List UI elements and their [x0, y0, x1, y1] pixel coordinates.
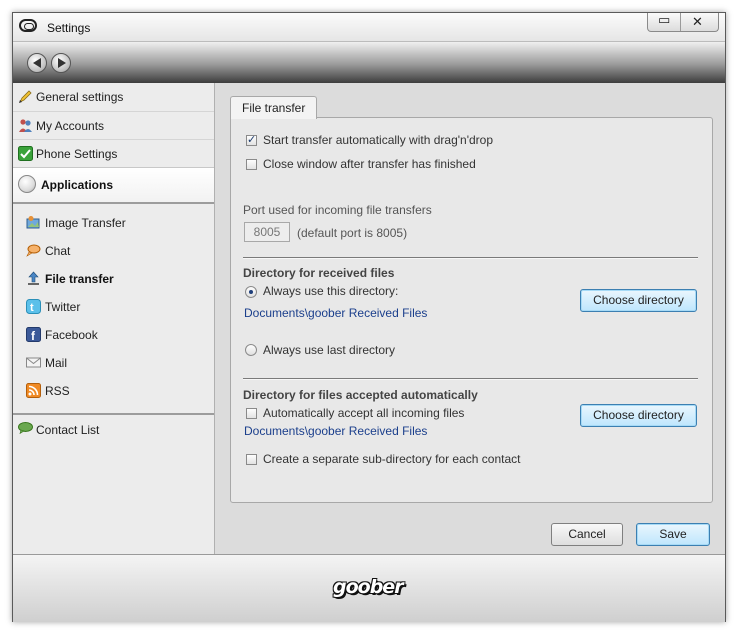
section-divider — [243, 257, 698, 259]
tab-file-transfer[interactable]: File transfer — [230, 96, 317, 119]
subdir-label: Create a separate sub-directory for each… — [263, 452, 521, 466]
sidebar-item-label: Mail — [45, 356, 68, 370]
sidebar-item-general-settings[interactable]: General settings — [13, 83, 214, 111]
file-transfer-panel: Start transfer automatically with drag'n… — [230, 117, 713, 503]
chat-bubble-icon — [26, 244, 41, 257]
sidebar-subitem-chat[interactable]: Chat — [13, 238, 214, 264]
settings-window: Settings ▭ ✕ General settings My Account… — [12, 12, 726, 622]
forward-arrow-icon — [58, 58, 66, 68]
pencil-icon — [19, 90, 32, 103]
check-icon — [18, 146, 33, 161]
sidebar-item-label: RSS — [45, 384, 70, 398]
last-dir-label: Always use last directory — [263, 343, 396, 357]
section-divider — [243, 378, 698, 380]
close-window-label: Close window after transfer has finished — [263, 157, 476, 171]
window-title: Settings — [47, 21, 91, 35]
sidebar-item-label: Facebook — [45, 328, 98, 342]
image-transfer-icon — [26, 216, 40, 229]
sidebar-subitem-facebook[interactable]: f Facebook — [13, 322, 214, 348]
title-bar[interactable]: Settings ▭ ✕ — [13, 12, 725, 42]
auto-accept-heading: Directory for files accepted automatical… — [243, 388, 478, 402]
upload-arrow-icon — [28, 271, 39, 285]
sidebar-item-applications[interactable]: Applications — [13, 167, 214, 204]
always-use-dir-label: Always use this directory: — [263, 284, 399, 298]
disc-icon — [18, 175, 36, 193]
sidebar-item-label: My Accounts — [36, 119, 105, 133]
forward-button[interactable] — [51, 53, 71, 73]
always-use-dir-radio[interactable] — [245, 286, 257, 298]
close-window-checkbox[interactable] — [246, 159, 257, 170]
window-controls-divider — [680, 13, 681, 31]
last-dir-radio[interactable] — [245, 344, 257, 356]
received-dir-heading: Directory for received files — [243, 266, 395, 280]
auto-accept-checkbox[interactable] — [246, 408, 257, 419]
back-arrow-icon — [33, 58, 41, 68]
minimize-button[interactable]: ▭ — [658, 12, 670, 28]
sidebar-item-contact-list[interactable]: Contact List — [13, 413, 214, 443]
goober-logo-icon — [19, 19, 37, 32]
sidebar-item-label: Twitter — [45, 300, 81, 314]
footer-bar: goober — [13, 554, 725, 622]
twitter-icon: t — [26, 299, 41, 314]
sidebar-item-label: File transfer — [45, 272, 114, 286]
sidebar-subitem-file-transfer[interactable]: File transfer — [13, 266, 214, 292]
back-button[interactable] — [27, 53, 47, 73]
contact-bubble-icon — [18, 422, 33, 434]
port-input[interactable]: 8005 — [244, 222, 290, 242]
cancel-button[interactable]: Cancel — [551, 523, 623, 546]
navigation-toolbar — [13, 42, 725, 83]
sidebar-subitem-mail[interactable]: Mail — [13, 350, 214, 376]
choose-received-dir-button[interactable]: Choose directory — [580, 289, 697, 312]
settings-content: File transfer Start transfer automatical… — [215, 83, 725, 554]
mail-icon — [26, 357, 41, 368]
settings-sidebar: General settings My Accounts Phone Setti… — [13, 83, 215, 554]
sidebar-item-label: Chat — [45, 244, 71, 258]
sidebar-item-label: Image Transfer — [45, 216, 126, 230]
port-default-hint: (default port is 8005) — [297, 226, 408, 240]
start-auto-label: Start transfer automatically with drag'n… — [263, 133, 494, 147]
port-label: Port used for incoming file transfers — [243, 203, 432, 217]
sidebar-item-label: General settings — [36, 90, 124, 104]
svg-text:t: t — [30, 302, 34, 314]
rss-icon — [26, 383, 41, 398]
sidebar-item-label: Applications — [41, 178, 114, 192]
sidebar-item-phone-settings[interactable]: Phone Settings — [13, 139, 214, 168]
save-button[interactable]: Save — [636, 523, 710, 546]
auto-accept-label: Automatically accept all incoming files — [263, 406, 465, 420]
sidebar-subitem-twitter[interactable]: t Twitter — [13, 294, 214, 320]
tab-label: File transfer — [242, 101, 306, 115]
sidebar-item-label: Contact List — [36, 423, 100, 437]
subdir-checkbox[interactable] — [246, 454, 257, 465]
goober-wordmark-logo: goober — [333, 576, 404, 598]
facebook-icon: f — [26, 327, 41, 342]
sidebar-item-label: Phone Settings — [36, 147, 118, 161]
start-auto-checkbox[interactable] — [246, 133, 257, 146]
received-dir-path-link[interactable]: Documents\goober Received Files — [244, 306, 427, 320]
sidebar-subitem-image-transfer[interactable]: Image Transfer — [13, 210, 214, 236]
people-icon — [19, 119, 32, 132]
sidebar-item-my-accounts[interactable]: My Accounts — [13, 111, 214, 140]
auto-accept-dir-path-link[interactable]: Documents\goober Received Files — [244, 424, 427, 438]
window-controls: ▭ ✕ — [647, 12, 719, 32]
sidebar-subitem-rss[interactable]: RSS — [13, 378, 214, 404]
close-button[interactable]: ✕ — [692, 14, 703, 30]
choose-auto-accept-dir-button[interactable]: Choose directory — [580, 404, 697, 427]
